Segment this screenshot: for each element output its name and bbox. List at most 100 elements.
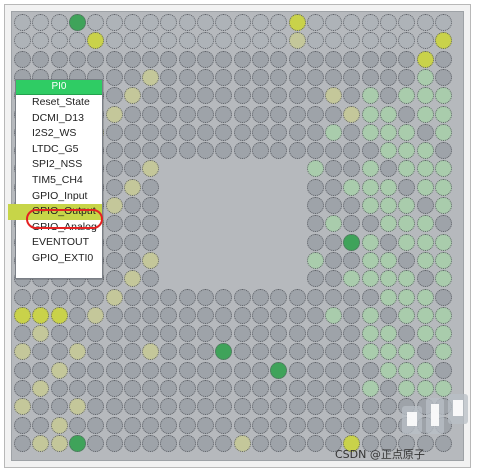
package-pin[interactable] xyxy=(32,398,50,416)
package-pin[interactable] xyxy=(306,50,324,68)
package-pin[interactable] xyxy=(178,434,196,452)
package-pin[interactable] xyxy=(288,325,306,343)
package-pin[interactable] xyxy=(123,215,141,233)
package-pin[interactable] xyxy=(398,361,416,379)
package-pin[interactable] xyxy=(434,87,452,105)
package-pin[interactable] xyxy=(306,68,324,86)
package-pin[interactable] xyxy=(14,380,31,397)
package-pin[interactable] xyxy=(251,288,269,306)
package-pin[interactable] xyxy=(361,50,379,68)
package-pin[interactable] xyxy=(142,178,160,196)
package-pin[interactable] xyxy=(50,325,68,343)
package-pin[interactable] xyxy=(14,343,31,361)
package-pin[interactable] xyxy=(105,50,123,68)
package-pin[interactable] xyxy=(142,197,160,214)
package-pin[interactable] xyxy=(361,215,379,233)
package-pin[interactable] xyxy=(105,398,123,416)
package-pin[interactable] xyxy=(325,325,343,343)
package-pin[interactable] xyxy=(14,288,31,306)
package-pin[interactable] xyxy=(343,105,361,123)
package-pin[interactable] xyxy=(68,306,86,324)
package-pin[interactable] xyxy=(123,233,141,251)
package-pin[interactable] xyxy=(68,380,86,397)
package-pin[interactable] xyxy=(398,233,416,251)
package-pin[interactable] xyxy=(288,50,306,68)
package-pin[interactable] xyxy=(178,32,196,50)
package-pin[interactable] xyxy=(215,50,233,68)
package-pin[interactable] xyxy=(123,343,141,361)
package-pin[interactable] xyxy=(160,380,178,397)
package-pin[interactable] xyxy=(306,215,324,233)
package-pin[interactable] xyxy=(123,306,141,324)
package-pin[interactable] xyxy=(343,361,361,379)
package-pin[interactable] xyxy=(233,343,251,361)
package-pin[interactable] xyxy=(178,380,196,397)
package-pin[interactable] xyxy=(380,270,397,288)
package-pin[interactable] xyxy=(68,288,86,306)
package-pin[interactable] xyxy=(105,306,123,324)
package-pin[interactable] xyxy=(50,361,68,379)
package-pin[interactable] xyxy=(197,288,214,306)
package-pin[interactable] xyxy=(142,343,160,361)
package-pin[interactable] xyxy=(233,105,251,123)
package-pin[interactable] xyxy=(306,343,324,361)
package-pin[interactable] xyxy=(233,288,251,306)
package-pin[interactable] xyxy=(325,215,343,233)
package-pin[interactable] xyxy=(380,343,397,361)
package-pin[interactable] xyxy=(361,233,379,251)
package-pin[interactable] xyxy=(251,398,269,416)
package-pin[interactable] xyxy=(398,288,416,306)
package-pin[interactable] xyxy=(197,50,214,68)
package-pin[interactable] xyxy=(325,398,343,416)
package-pin[interactable] xyxy=(32,416,50,434)
package-pin[interactable] xyxy=(434,197,452,214)
package-pin[interactable] xyxy=(123,361,141,379)
package-pin[interactable] xyxy=(142,416,160,434)
package-pin[interactable] xyxy=(142,123,160,141)
menu-item-tim5-ch4[interactable]: TIM5_CH4 xyxy=(16,173,102,189)
package-pin[interactable] xyxy=(233,306,251,324)
package-pin[interactable] xyxy=(325,233,343,251)
package-pin[interactable] xyxy=(50,398,68,416)
package-pin[interactable] xyxy=(14,416,31,434)
package-pin[interactable] xyxy=(105,197,123,214)
package-pin[interactable] xyxy=(306,325,324,343)
package-pin[interactable] xyxy=(361,160,379,178)
package-pin[interactable] xyxy=(68,434,86,452)
package-pin[interactable] xyxy=(233,14,251,31)
package-pin[interactable] xyxy=(123,142,141,160)
package-pin[interactable] xyxy=(288,343,306,361)
package-pin[interactable] xyxy=(251,105,269,123)
package-pin[interactable] xyxy=(325,14,343,31)
package-pin[interactable] xyxy=(380,87,397,105)
package-pin[interactable] xyxy=(160,306,178,324)
package-pin[interactable] xyxy=(123,197,141,214)
package-pin[interactable] xyxy=(160,68,178,86)
package-pin[interactable] xyxy=(178,306,196,324)
package-pin[interactable] xyxy=(123,398,141,416)
package-pin[interactable] xyxy=(361,270,379,288)
package-pin[interactable] xyxy=(288,380,306,397)
package-pin[interactable] xyxy=(142,434,160,452)
package-pin[interactable] xyxy=(380,32,397,50)
package-pin[interactable] xyxy=(105,178,123,196)
package-pin[interactable] xyxy=(306,270,324,288)
package-pin[interactable] xyxy=(361,325,379,343)
package-pin[interactable] xyxy=(142,233,160,251)
package-pin[interactable] xyxy=(380,160,397,178)
package-pin[interactable] xyxy=(123,123,141,141)
package-pin[interactable] xyxy=(434,215,452,233)
package-pin[interactable] xyxy=(434,160,452,178)
package-pin[interactable] xyxy=(306,123,324,141)
package-pin[interactable] xyxy=(434,50,452,68)
package-pin[interactable] xyxy=(123,270,141,288)
package-pin[interactable] xyxy=(306,288,324,306)
package-pin[interactable] xyxy=(380,68,397,86)
package-pin[interactable] xyxy=(288,434,306,452)
package-pin[interactable] xyxy=(398,343,416,361)
package-pin[interactable] xyxy=(123,434,141,452)
package-pin[interactable] xyxy=(416,197,434,214)
package-pin[interactable] xyxy=(233,142,251,160)
package-pin[interactable] xyxy=(197,434,214,452)
package-pin[interactable] xyxy=(178,142,196,160)
